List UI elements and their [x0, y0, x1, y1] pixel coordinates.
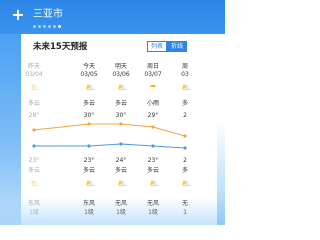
partly-cloudy-icon: ⛅ [181, 179, 191, 188]
partly-cloudy-icon: ⛅ [85, 83, 95, 92]
plus-icon: + [11, 5, 25, 24]
high-temp-point [151, 125, 155, 129]
partly-cloudy-icon: ⛅ [30, 179, 40, 188]
page-dot [38, 25, 41, 28]
wind-level-label: 1级 [116, 209, 126, 216]
page-dot [53, 25, 56, 28]
day-label: 昨天 [27, 63, 40, 70]
high-temp-point [183, 134, 187, 138]
city-name[interactable]: 三亚市 [33, 9, 63, 21]
wind-direction-label: 东风 [82, 200, 95, 207]
add-city-button[interactable]: + [11, 5, 25, 24]
partly-cloudy-icon: ⛅ [117, 179, 127, 188]
top-bar: + 三亚市 [0, 0, 225, 34]
low-temp-label: 2 [183, 157, 187, 164]
high-temp-point [32, 128, 36, 132]
wind-level-label: 1级 [84, 209, 94, 216]
night-weather-label: 多云 [146, 167, 159, 174]
low-temp-point [32, 144, 36, 148]
low-temp-line [34, 143, 186, 149]
low-temp-label: 23° [28, 157, 40, 164]
day-label: 周 [181, 63, 188, 70]
partly-cloudy-icon: ⛅ [30, 83, 40, 92]
high-temp-point [87, 122, 91, 126]
partly-cloudy-icon: ⛅ [149, 179, 159, 188]
low-temp-label: 24° [115, 157, 127, 164]
low-temp-point [87, 144, 91, 148]
partly-cloudy-icon: ⛅ [181, 83, 191, 92]
night-weather-label: 多云 [82, 167, 95, 174]
low-temp-point [119, 142, 123, 146]
date-label: 03/04 [25, 71, 43, 78]
day-label: 周日 [146, 63, 159, 70]
high-temp-label: 30° [115, 112, 127, 119]
wind-level-label: 1级 [148, 209, 158, 216]
date-label: 03/06 [112, 71, 130, 78]
day-label: 今天 [82, 63, 95, 70]
night-weather-label: 多云 [27, 167, 40, 174]
date-label: 03/07 [144, 71, 162, 78]
wind-direction-label: 无风 [146, 200, 159, 207]
high-temp-label: 2 [183, 112, 187, 119]
page-dot [48, 25, 51, 28]
page-dot [58, 25, 61, 28]
wind-direction-label: 无风 [114, 200, 127, 207]
high-temp-label: 29° [147, 112, 159, 119]
night-weather-label: 多云 [114, 167, 127, 174]
rain-icon: ☂ [149, 83, 157, 92]
day-weather-label: 多云 [27, 100, 40, 107]
date-label: 03/05 [80, 71, 98, 78]
page-dot [33, 25, 36, 28]
low-temp-point [151, 144, 155, 148]
day-weather-label: 多 [181, 100, 188, 107]
partly-cloudy-icon: ⛅ [117, 83, 127, 92]
high-temp-label: 28° [28, 112, 40, 119]
day-weather-label: 多云 [114, 100, 127, 107]
night-weather-label: 多 [181, 167, 188, 174]
background-panel [0, 34, 21, 225]
day-weather-label: 小雨 [146, 100, 159, 107]
forecast-card: 未来15天预报 列表 折线 昨天 03/04 多云 28° 23° 多云 东风 1级 ⛅ ⛅ 今天 0… [21, 34, 225, 225]
day-label: 明天 [114, 63, 127, 70]
wind-level-label: 1 [183, 209, 187, 216]
wind-direction-label: 东风 [27, 200, 40, 207]
wind-direction-label: 无 [181, 200, 188, 207]
low-temp-label: 23° [147, 157, 159, 164]
page-dot [43, 25, 46, 28]
high-temp-line [33, 123, 186, 137]
date-label: 03 [181, 71, 189, 78]
partly-cloudy-icon: ⛅ [85, 179, 95, 188]
low-temp-label: 23° [83, 157, 95, 164]
day-weather-label: 多云 [82, 100, 95, 107]
high-temp-point [119, 122, 123, 126]
low-temp-point [183, 146, 187, 150]
wind-level-label: 1级 [29, 209, 39, 216]
high-temp-label: 30° [83, 112, 95, 119]
